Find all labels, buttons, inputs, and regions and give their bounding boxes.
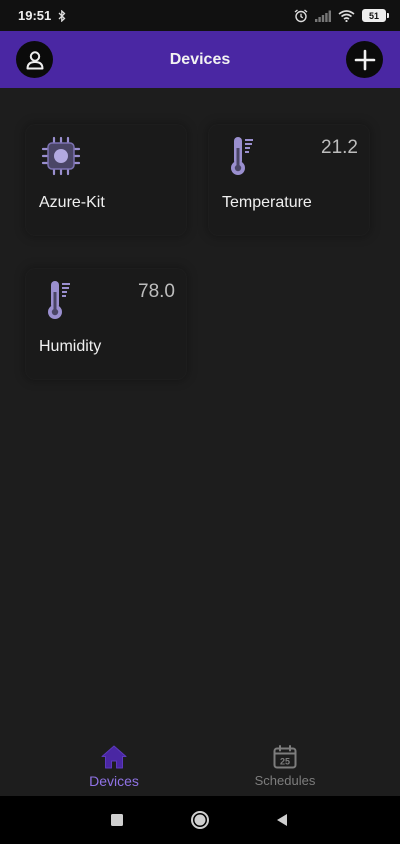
recent-apps-icon[interactable] <box>110 813 124 827</box>
device-name: Azure-Kit <box>39 194 105 211</box>
thermometer-icon <box>48 281 70 319</box>
app-bar: Devices <box>0 31 400 88</box>
page-title: Devices <box>169 50 231 68</box>
person-icon <box>26 50 43 69</box>
calendar-day: 25 <box>280 757 290 767</box>
device-reading: 21.2 <box>321 137 358 158</box>
status-bar: 19:51 51 <box>0 0 400 31</box>
profile-button[interactable] <box>16 41 53 78</box>
device-card-temperature[interactable]: 21.2 Temperature <box>208 124 370 236</box>
bluetooth-icon <box>58 9 66 22</box>
nav-tab-schedules[interactable]: 25 Schedules <box>225 744 345 788</box>
nav-label-devices: Devices <box>89 773 139 789</box>
plus-icon <box>354 49 375 70</box>
wifi-icon <box>338 9 355 22</box>
system-navigation-bar <box>0 796 400 844</box>
back-icon[interactable] <box>275 813 289 827</box>
calendar-icon: 25 <box>273 745 297 769</box>
alarm-icon <box>294 8 308 22</box>
device-name: Temperature <box>222 194 312 211</box>
chip-icon <box>41 136 81 176</box>
bottom-navigation: Devices 25 Schedules <box>0 734 400 796</box>
device-name: Humidity <box>39 338 102 355</box>
device-reading: 78.0 <box>138 281 175 302</box>
nav-label-schedules: Schedules <box>254 773 316 788</box>
signal-icon <box>315 10 331 22</box>
add-device-button[interactable] <box>346 41 383 78</box>
home-button-icon[interactable] <box>190 810 210 830</box>
nav-tab-devices[interactable]: Devices <box>54 744 174 789</box>
status-time: 19:51 <box>18 8 52 23</box>
device-card-humidity[interactable]: 78.0 Humidity <box>25 268 187 380</box>
thermometer-icon <box>231 137 253 175</box>
device-card-azure-kit[interactable]: Azure-Kit <box>25 124 187 236</box>
battery-icon: 51 <box>362 9 389 22</box>
home-icon <box>101 745 127 769</box>
